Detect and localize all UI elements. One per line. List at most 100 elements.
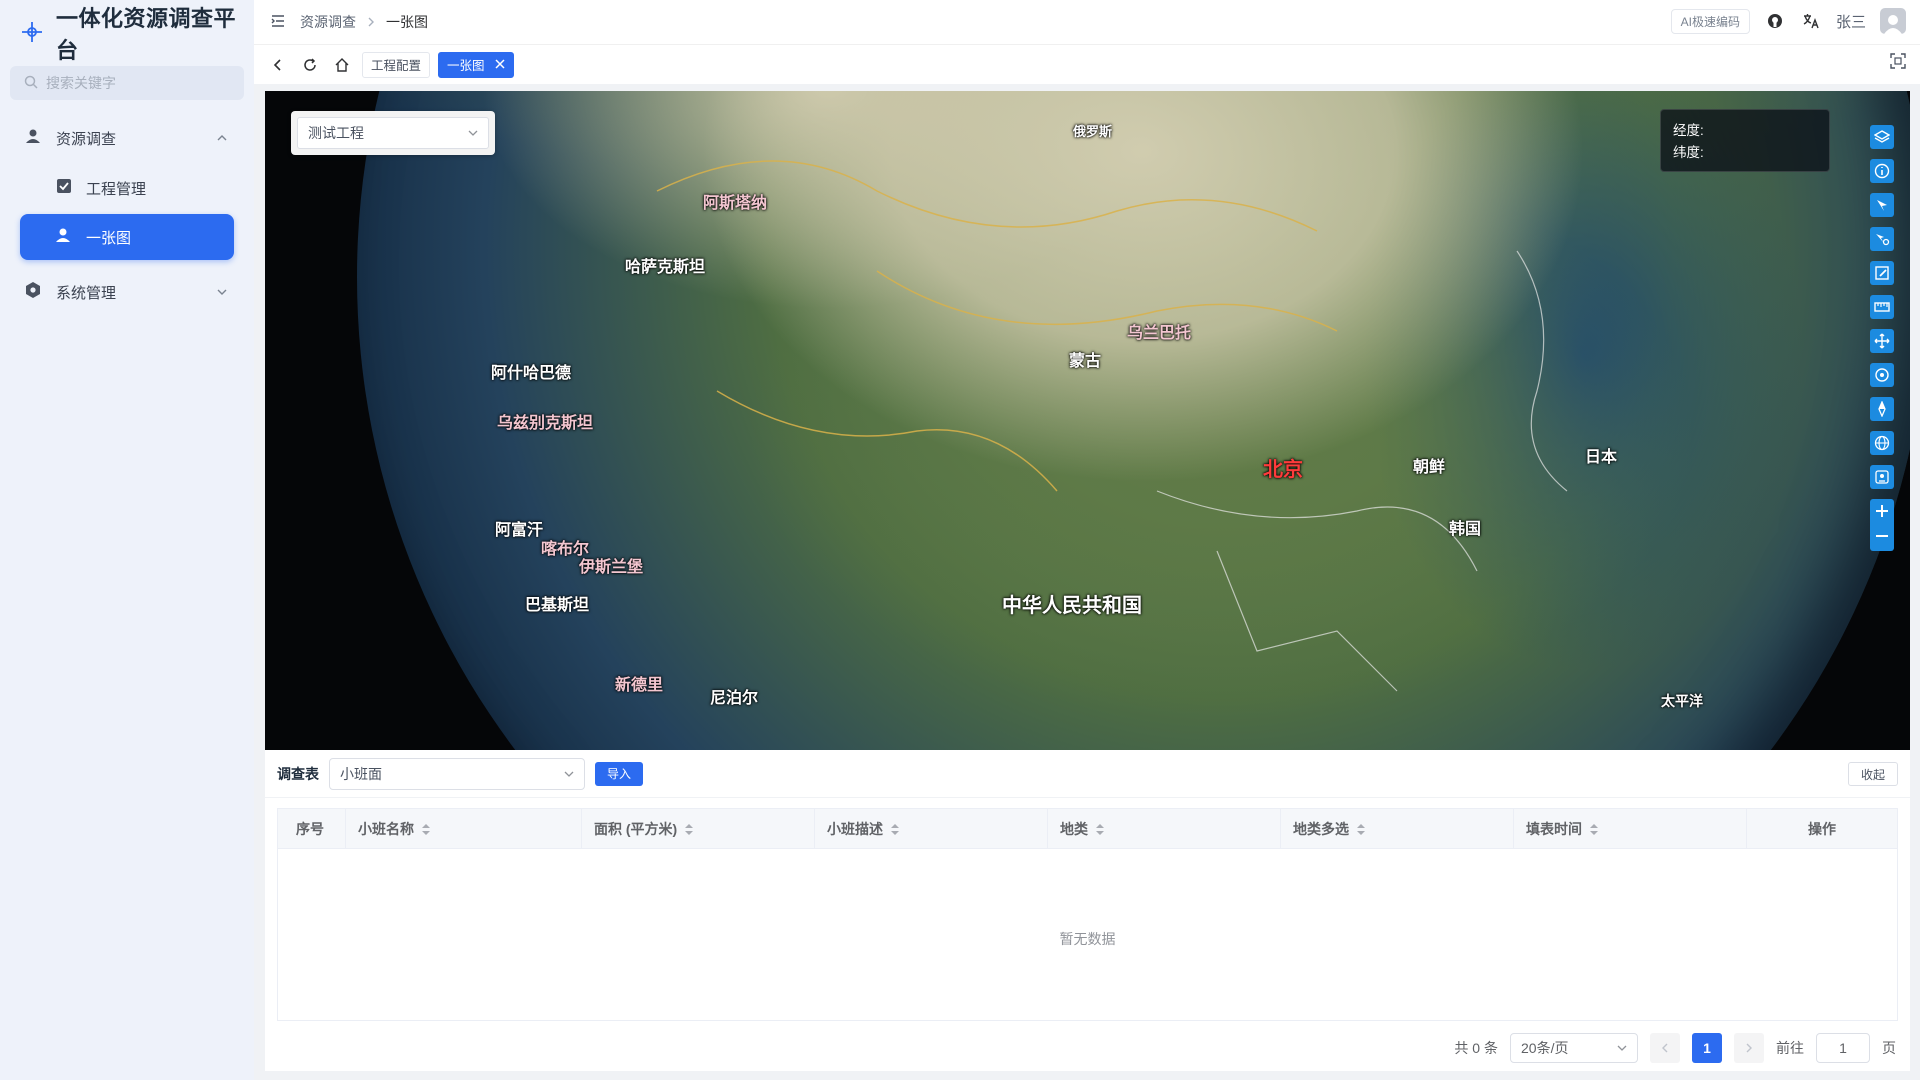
column-header-description[interactable]: 小班描述: [815, 809, 1048, 849]
map-label: 蒙古: [1069, 353, 1102, 370]
page-number[interactable]: 1: [1692, 1033, 1722, 1063]
menu-fold-icon[interactable]: [270, 13, 286, 32]
map-toolbar: [1870, 125, 1896, 551]
map-label: 乌兹别克斯坦: [497, 415, 594, 432]
sort-icon[interactable]: [685, 823, 694, 835]
sidebar-item-system-management[interactable]: 系统管理: [0, 266, 254, 318]
page-size-select[interactable]: 20条/页: [1510, 1033, 1638, 1063]
tab-project-config[interactable]: 工程配置: [362, 51, 431, 78]
rotate-icon[interactable]: [1870, 363, 1894, 387]
map-label: 乌兰巴托: [1127, 325, 1192, 342]
chevron-down-icon: [216, 285, 228, 302]
search-placeholder: 搜索关键字: [46, 75, 116, 91]
survey-table: 序号 小班名称 面积 (平方米) 小班描述 地类 地类多选 填表时间 操作 暂无…: [277, 808, 1898, 1021]
sort-icon[interactable]: [1096, 823, 1104, 835]
translate-icon[interactable]: [1800, 10, 1822, 32]
sort-icon[interactable]: [1590, 823, 1598, 835]
map-label: 韩国: [1449, 521, 1482, 538]
chevron-down-icon: [1617, 1040, 1627, 1056]
sort-icon[interactable]: [891, 823, 899, 835]
back-icon[interactable]: [266, 53, 290, 77]
sidebar-item-label: 系统管理: [56, 284, 117, 302]
map-label-ocean: 太平洋: [1661, 693, 1703, 709]
page-suffix: 页: [1882, 1040, 1896, 1056]
column-header-land-type[interactable]: 地类: [1048, 809, 1281, 849]
fullscreen-icon[interactable]: [1890, 53, 1906, 72]
map-label: 阿什哈巴德: [491, 365, 572, 382]
tab-label: 一张图: [447, 59, 485, 73]
chevron-down-icon: [564, 766, 574, 782]
breadcrumb-current: 一张图: [386, 14, 428, 30]
zoom-out-icon[interactable]: [1874, 528, 1890, 547]
empty-state: 暂无数据: [1059, 931, 1116, 947]
close-icon[interactable]: [495, 58, 505, 72]
map-label-country: 中华人民共和国: [1002, 595, 1142, 617]
page-size-value: 20条/页: [1521, 1040, 1569, 1056]
map-label: 喀布尔: [541, 541, 590, 558]
chevron-up-icon: [216, 131, 228, 148]
project-select[interactable]: 测试工程: [291, 111, 495, 155]
tab-one-map[interactable]: 一张图: [438, 51, 514, 78]
survey-panel: 调查表 小班面 导入 收起 序号 小班名称 面积 (平方米) 小班描述 地类 地…: [265, 750, 1910, 1071]
chevron-right-icon: [366, 14, 376, 30]
check-square-icon: [56, 178, 72, 198]
pointer-icon[interactable]: [1870, 193, 1894, 217]
refresh-icon[interactable]: [298, 53, 322, 77]
collapse-button[interactable]: 收起: [1847, 762, 1898, 786]
breadcrumb: 资源调查 一张图: [300, 12, 428, 32]
prev-page-button[interactable]: [1650, 1033, 1680, 1063]
sidebar-item-label: 一张图: [86, 229, 132, 247]
column-header-land-type-multi[interactable]: 地类多选: [1281, 809, 1514, 849]
logo-icon: [20, 20, 44, 47]
zoom-control: [1870, 499, 1894, 551]
longitude-label: 经度:: [1673, 123, 1704, 138]
location-icon[interactable]: [1870, 465, 1894, 489]
github-icon[interactable]: [1764, 10, 1786, 32]
compass-icon[interactable]: [1870, 397, 1894, 421]
map-label: 哈萨克斯坦: [625, 259, 706, 276]
sort-icon[interactable]: [1357, 823, 1365, 835]
user-map-icon: [54, 226, 72, 248]
breadcrumb-item[interactable]: 资源调查: [300, 12, 356, 32]
layer-select-value: 小班面: [340, 765, 382, 782]
map-label: 阿富汗: [495, 522, 544, 539]
info-icon[interactable]: [1870, 159, 1894, 183]
tab-bar: 工程配置 一张图: [254, 44, 1920, 84]
coordinate-readout: 经度: 纬度:: [1660, 109, 1830, 172]
total-count: 共 0 条: [1454, 1040, 1498, 1056]
goto-page-input[interactable]: 1: [1816, 1033, 1870, 1063]
column-header-area[interactable]: 面积 (平方米): [582, 809, 815, 849]
move-icon[interactable]: [1870, 329, 1894, 353]
map-label: 新德里: [615, 677, 664, 694]
sort-icon[interactable]: [422, 823, 430, 835]
gear-icon: [24, 281, 42, 303]
select-tool-icon[interactable]: [1870, 227, 1894, 251]
column-header-name[interactable]: 小班名称: [346, 809, 582, 849]
chevron-down-icon: [468, 125, 478, 141]
avatar[interactable]: [1880, 8, 1906, 34]
zoom-in-icon[interactable]: [1874, 503, 1890, 522]
sidebar-item-one-map[interactable]: 一张图: [20, 214, 234, 260]
layers-icon[interactable]: [1870, 125, 1894, 149]
sidebar-item-resource-survey[interactable]: 资源调查: [0, 112, 254, 164]
globe-icon[interactable]: [1870, 431, 1894, 455]
ai-badge[interactable]: AI极速编码: [1670, 8, 1750, 34]
map-viewer[interactable]: 俄罗斯 乌兰巴托 蒙古 北京 朝鲜 韩国 日本 中华人民共和国 尼泊尔 新德里 …: [265, 91, 1910, 750]
panel-title: 调查表: [277, 765, 319, 782]
sidebar-item-label: 资源调查: [56, 130, 117, 148]
app-title: 一体化资源调查平台: [56, 6, 237, 63]
column-header-fill-time[interactable]: 填表时间: [1514, 809, 1747, 849]
next-page-button[interactable]: [1734, 1033, 1764, 1063]
latitude-label: 纬度:: [1673, 145, 1704, 160]
draw-icon[interactable]: [1870, 261, 1894, 285]
map-label: 俄罗斯: [1073, 124, 1113, 139]
layer-select[interactable]: 小班面: [329, 757, 585, 790]
table-header: 序号 小班名称 面积 (平方米) 小班描述 地类 地类多选 填表时间 操作: [278, 809, 1897, 849]
user-name[interactable]: 张三: [1836, 11, 1866, 32]
home-icon[interactable]: [330, 53, 354, 77]
measure-icon[interactable]: [1870, 295, 1894, 319]
import-button[interactable]: 导入: [595, 761, 644, 786]
project-select-value: 测试工程: [308, 125, 364, 141]
search-input[interactable]: 搜索关键字: [10, 66, 244, 100]
sidebar-item-project-management[interactable]: 工程管理: [0, 164, 254, 212]
